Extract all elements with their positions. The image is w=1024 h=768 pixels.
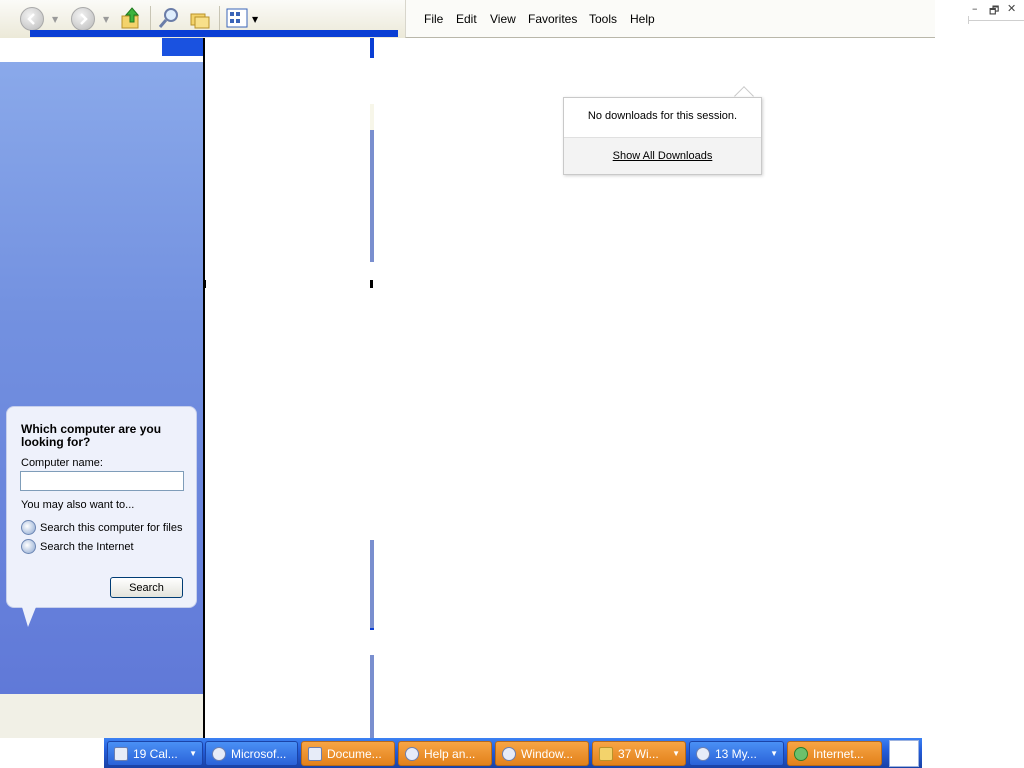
pane-header-highlight (162, 38, 203, 56)
taskbar-button-calc[interactable]: 19 Cal... ▼ (107, 741, 203, 766)
search-assistant-title: Which computer are you looking for? (21, 422, 162, 449)
computer-name-input[interactable] (20, 471, 184, 491)
taskbar-button-label: 37 Wi... (618, 746, 659, 761)
menu-help[interactable]: Help (630, 12, 655, 26)
also-want-label: You may also want to... (21, 499, 135, 511)
taskbar-button-my-computer[interactable]: 13 My... ▼ (689, 741, 784, 766)
bubble-tail (22, 607, 36, 627)
minimize-icon[interactable]: – (972, 2, 978, 15)
up-folder-button[interactable] (120, 6, 142, 30)
menu-bar: File Edit View Favorites Tools Help (405, 0, 935, 38)
search-internet-icon (21, 539, 36, 554)
taskbar-tray-box[interactable] (889, 740, 919, 767)
pane-footer (0, 694, 203, 738)
taskbar-button-label: 19 Cal... (133, 746, 178, 761)
search-internet-link[interactable]: Search the Internet (21, 539, 134, 554)
taskbar-button-internet[interactable]: Internet... (787, 741, 882, 766)
up-folder-icon (121, 7, 140, 29)
control-divider (968, 20, 1024, 21)
downloads-popup: No downloads for this session. Show All … (563, 97, 762, 175)
media-player-icon (502, 746, 516, 761)
folder-icon (599, 746, 613, 761)
network-icon (696, 746, 710, 761)
search-files-icon (21, 520, 36, 535)
middle-strip-segment (370, 104, 374, 130)
search-assistant-bubble: Which computer are you looking for? Comp… (6, 406, 197, 608)
views-button[interactable] (226, 8, 250, 30)
taskbar-button-label: Docume... (327, 746, 382, 761)
computer-name-label: Computer name: (21, 457, 103, 469)
middle-strip-segment (370, 130, 374, 262)
taskbar-button-label: Internet... (813, 746, 864, 761)
middle-strip-segment (370, 655, 374, 738)
taskbar-button-folders[interactable]: 37 Wi... ▼ (592, 741, 686, 766)
toolbar-separator (219, 6, 220, 30)
internet-icon (794, 746, 808, 761)
forward-arrow-icon (80, 13, 88, 25)
splitter-tick (203, 280, 206, 288)
back-arrow-icon (27, 13, 35, 25)
help-icon (405, 746, 419, 761)
taskbar-button-windows[interactable]: Window... (495, 741, 589, 766)
search-computer-files-label: Search this computer for files (40, 521, 183, 534)
views-dropdown-icon[interactable]: ▼ (252, 15, 258, 24)
calculator-icon (114, 746, 128, 761)
chevron-down-icon: ▼ (672, 749, 680, 758)
taskbar-button-help[interactable]: Help an... (398, 741, 492, 766)
folders-button[interactable] (188, 6, 212, 30)
taskbar-button-label: 13 My... (715, 746, 757, 761)
search-button[interactable]: Search (110, 577, 183, 598)
middle-strip-segment (370, 628, 374, 630)
chevron-down-icon: ▼ (189, 749, 197, 758)
app-icon (212, 746, 226, 761)
explorer-toolbar: ▼ ▼ ▼ (0, 0, 405, 38)
splitter-tick (370, 280, 373, 288)
loading-progress-bar (30, 30, 398, 37)
taskbar-button-label: Window... (521, 746, 574, 761)
menu-favorites[interactable]: Favorites (528, 12, 577, 26)
folders-icon (190, 13, 210, 29)
document-icon (308, 746, 322, 761)
menu-edit[interactable]: Edit (456, 12, 477, 26)
search-magnifier-icon (158, 8, 178, 28)
taskbar-button-label: Microsof... (231, 746, 287, 761)
middle-strip-segment (370, 38, 374, 58)
back-dropdown-icon[interactable]: ▼ (52, 15, 58, 24)
search-computer-files-link[interactable]: Search this computer for files (21, 520, 182, 535)
taskbar-button-label: Help an... (424, 746, 476, 761)
middle-panel (205, 38, 371, 738)
forward-button[interactable] (71, 7, 95, 31)
middle-strip-segment (370, 540, 374, 628)
show-all-downloads-button[interactable]: Show All Downloads (564, 137, 761, 174)
control-divider-tick (968, 16, 969, 24)
views-grid-icon (226, 8, 248, 28)
taskbar-button-document[interactable]: Docume... (301, 741, 395, 766)
toolbar-separator (150, 6, 151, 30)
forward-dropdown-icon[interactable]: ▼ (103, 15, 109, 24)
search-internet-label: Search the Internet (40, 540, 134, 553)
show-all-downloads-label: Show All Downloads (612, 150, 713, 162)
restore-icon[interactable]: 🗗 (989, 2, 999, 21)
close-icon[interactable]: ✕ (1007, 2, 1016, 15)
menu-file[interactable]: File (424, 12, 443, 26)
taskbar-button-microsoft[interactable]: Microsof... (205, 741, 298, 766)
search-button[interactable] (157, 6, 181, 30)
no-downloads-message: No downloads for this session. (587, 110, 738, 122)
back-button[interactable] (20, 7, 44, 31)
menu-view[interactable]: View (490, 12, 516, 26)
chevron-down-icon: ▼ (770, 749, 778, 758)
menu-tools[interactable]: Tools (589, 12, 617, 26)
